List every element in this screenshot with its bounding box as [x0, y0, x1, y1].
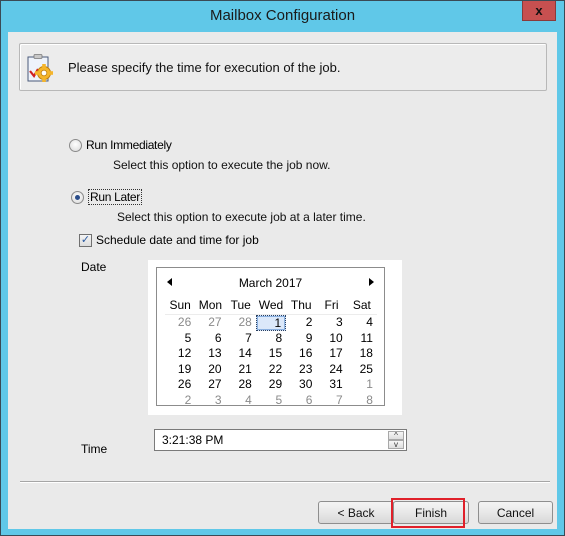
window-title: Mailbox Configuration — [209, 7, 356, 24]
calendar-container: March 2017 Sun Mon Tue Wed Thu Fri Sat 2… — [148, 260, 402, 415]
cancel-button[interactable]: Cancel — [478, 501, 553, 524]
run-immediately-radio[interactable]: Run Immediately — [69, 138, 172, 152]
calendar-day[interactable]: 18 — [347, 346, 377, 362]
calendar-day-selected[interactable]: 1 — [255, 315, 287, 331]
calendar-day[interactable]: 19 — [165, 362, 195, 378]
calendar-grid: Sun Mon Tue Wed Thu Fri Sat 26 27 28 1 2 3 4 5 6… — [165, 298, 377, 408]
calendar-week-row: 26 27 28 29 30 31 1 — [165, 377, 377, 393]
radio-button-checked[interactable] — [71, 190, 84, 204]
calendar-day[interactable]: 26 — [165, 377, 195, 393]
instruction-panel: Please specify the time for execution of… — [19, 43, 547, 91]
cancel-button-label: Cancel — [496, 505, 535, 520]
triangle-right-icon[interactable] — [369, 278, 374, 286]
calendar-week-row: 2345678 — [165, 393, 377, 409]
calendar-day[interactable]: 12 — [165, 346, 195, 362]
weekday-label: Tue — [230, 298, 251, 312]
calendar-day[interactable]: 6 — [195, 331, 225, 347]
month-calendar[interactable]: March 2017 Sun Mon Tue Wed Thu Fri Sat 2… — [156, 267, 385, 408]
checkbox-checked-icon[interactable]: ✓ — [79, 233, 92, 247]
weekday-label: Sun — [169, 298, 191, 312]
run-immediately-label[interactable]: Run Immediately — [86, 138, 172, 152]
calendar-day[interactable]: 9 — [286, 331, 316, 347]
title-bar[interactable]: Mailbox Configuration x — [1, 1, 564, 32]
calendar-week-row: 26 27 28 1 2 3 4 — [165, 315, 377, 331]
time-label: Time — [81, 442, 108, 456]
run-later-description: Select this option to execute job at a l… — [117, 210, 366, 224]
run-immediately-description: Select this option to execute the job no… — [113, 158, 331, 172]
back-button[interactable]: < Back — [318, 501, 394, 524]
calendar-day-other-month[interactable]: 5 — [256, 393, 286, 409]
calendar-day[interactable]: 28 — [226, 377, 256, 393]
schedule-checkbox[interactable]: ✓ Schedule date and time for job — [79, 233, 259, 247]
calendar-day[interactable]: 27 — [195, 377, 225, 393]
calendar-week-row: 12 13 14 15 16 17 18 — [165, 346, 377, 362]
calendar-day[interactable]: 30 — [286, 377, 316, 393]
calendar-day[interactable]: 2 — [286, 315, 316, 331]
calendar-day-other-month[interactable]: 2 — [165, 393, 195, 409]
weekday-label: Mon — [198, 298, 223, 312]
calendar-week-row: 19 20 21 22 23 24 25 — [165, 362, 377, 378]
instruction-text: Please specify the time for execution of… — [68, 60, 341, 75]
calendar-day-other-month[interactable]: 8 — [347, 393, 377, 409]
schedule-label[interactable]: Schedule date and time for job — [96, 233, 259, 247]
spin-down-icon[interactable]: v — [388, 440, 404, 449]
calendar-day-other-month[interactable]: 28 — [226, 315, 256, 331]
weekday-label: Thu — [290, 298, 312, 312]
calendar-day[interactable]: 8 — [256, 331, 286, 347]
calendar-week-row: 5 6 7 8 9 10 11 — [165, 331, 377, 347]
calendar-day[interactable]: 16 — [286, 346, 316, 362]
calendar-day-other-month[interactable]: 6 — [286, 393, 316, 409]
weekday-label: Wed — [258, 298, 284, 312]
close-button[interactable]: x — [522, 1, 556, 21]
calendar-day-other-month[interactable]: 3 — [195, 393, 225, 409]
calendar-day[interactable]: 29 — [256, 377, 286, 393]
weekday-label: Fri — [324, 298, 339, 312]
dialog-content: Please specify the time for execution of… — [8, 32, 557, 529]
calendar-day[interactable]: 13 — [195, 346, 225, 362]
calendar-day[interactable]: 15 — [256, 346, 286, 362]
radio-button-unchecked[interactable] — [69, 138, 82, 152]
time-value[interactable]: 3:21:38 PM — [162, 433, 223, 447]
calendar-day-other-month[interactable]: 4 — [226, 393, 256, 409]
calendar-day[interactable]: 11 — [347, 331, 377, 347]
calendar-day-other-month[interactable]: 27 — [195, 315, 225, 331]
calendar-day[interactable]: 31 — [316, 377, 346, 393]
calendar-day[interactable]: 4 — [347, 315, 377, 331]
calendar-day[interactable]: 3 — [316, 315, 346, 331]
calendar-day-other-month[interactable]: 26 — [165, 315, 195, 331]
calendar-day-other-month[interactable]: 1 — [347, 377, 377, 393]
date-label: Date — [81, 260, 107, 274]
run-later-label[interactable]: Run Later — [88, 189, 142, 205]
calendar-day[interactable]: 24 — [316, 362, 346, 378]
calendar-day[interactable]: 5 — [165, 331, 195, 347]
calendar-day[interactable]: 7 — [226, 331, 256, 347]
footer-divider — [20, 481, 550, 483]
weekday-header-row: Sun Mon Tue Wed Thu Fri Sat — [165, 298, 377, 315]
close-icon: x — [535, 3, 543, 18]
calendar-day[interactable]: 14 — [226, 346, 256, 362]
calendar-day[interactable]: 23 — [286, 362, 316, 378]
calendar-day[interactable]: 17 — [316, 346, 346, 362]
spin-up-icon[interactable]: ^ — [388, 431, 404, 440]
calendar-day[interactable]: 22 — [256, 362, 286, 378]
back-button-label: < Back — [337, 505, 375, 520]
clipboard-gear-icon — [27, 54, 53, 82]
finish-highlight-box — [391, 498, 465, 528]
calendar-header: March 2017 — [157, 276, 384, 292]
weekday-label: Sat — [352, 298, 371, 312]
dialog-window: Mailbox Configuration x Please specify t… — [0, 0, 565, 536]
calendar-day-other-month[interactable]: 7 — [316, 393, 346, 409]
calendar-month-title[interactable]: March 2017 — [157, 276, 384, 290]
time-picker[interactable]: 3:21:38 PM ^ v — [154, 429, 407, 451]
calendar-day[interactable]: 21 — [226, 362, 256, 378]
run-later-radio[interactable]: Run Later — [71, 189, 142, 205]
calendar-day[interactable]: 10 — [316, 331, 346, 347]
calendar-day[interactable]: 25 — [347, 362, 377, 378]
time-spinner[interactable]: ^ v — [388, 431, 404, 449]
calendar-day[interactable]: 20 — [195, 362, 225, 378]
